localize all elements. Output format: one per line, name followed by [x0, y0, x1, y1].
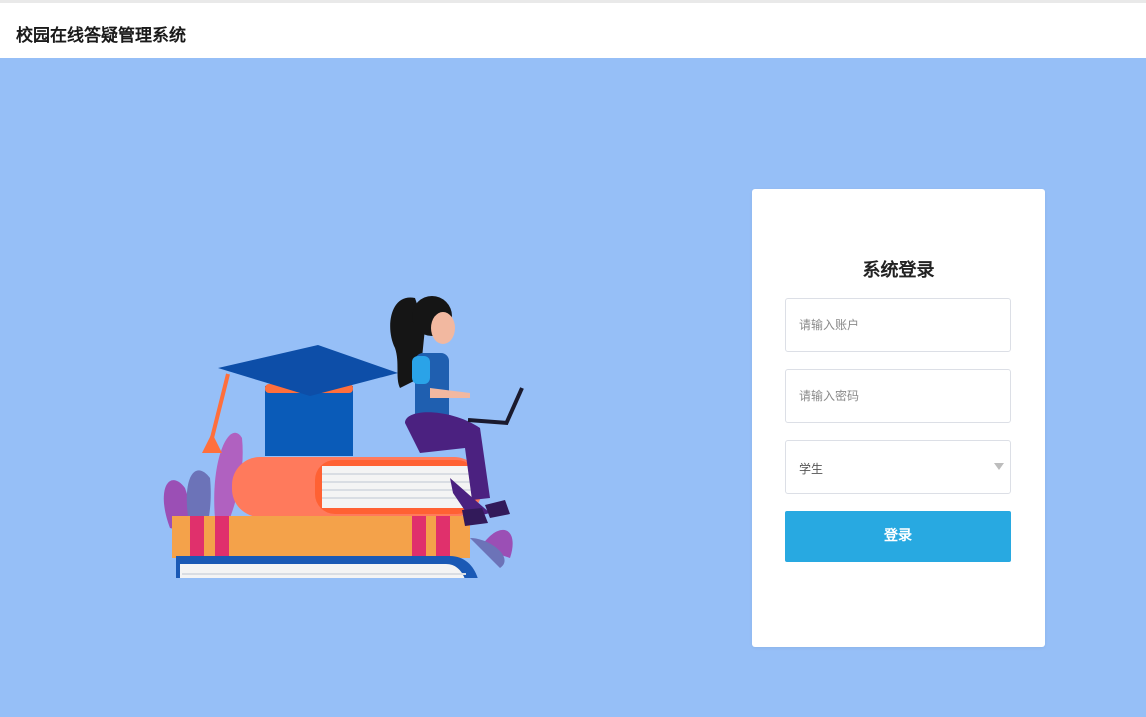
login-card: 系统登录 学生 登录 [752, 189, 1045, 647]
login-title: 系统登录 [862, 260, 935, 281]
chevron-down-icon [994, 463, 1004, 470]
main-area: 系统登录 学生 登录 [0, 58, 1146, 717]
account-input[interactable] [786, 299, 1010, 351]
password-field[interactable] [785, 369, 1011, 423]
password-input[interactable] [786, 370, 1010, 422]
role-selected-value: 学生 [799, 462, 824, 476]
app-title: 校园在线答疑管理系统 [16, 26, 186, 46]
account-field[interactable] [785, 298, 1011, 352]
role-select[interactable]: 学生 [785, 440, 1011, 494]
student-on-books-illustration [163, 296, 524, 578]
header-bar: 校园在线答疑管理系统 [0, 3, 1146, 58]
login-button[interactable]: 登录 [785, 511, 1011, 562]
